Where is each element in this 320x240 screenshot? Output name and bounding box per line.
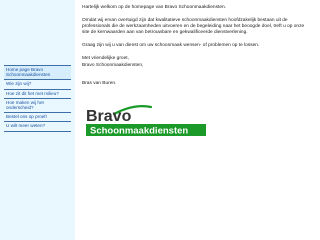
signature-name: Bras van Buren.	[82, 80, 117, 86]
bravo-logo-graphic: Bravo Schoonmaakdiensten	[86, 105, 206, 137]
nav-item-milieu[interactable]: Hoe zit dit het met milieu?	[4, 88, 71, 98]
nav-menu: Home page Bravo Schoonmaakdiensten Wie z…	[4, 65, 71, 132]
nav-item-onderscheid[interactable]: Hoe maken wij het onderscheid?	[4, 97, 71, 112]
intro-paragraph: Omdat wij ervan overtuigd zijn dat kwali…	[82, 18, 305, 36]
service-paragraph: Graag zijn wij u van dienst om uw schoon…	[82, 43, 260, 49]
bravo-logo: Bravo Schoonmaakdiensten	[84, 104, 209, 138]
logo-brand-text: Bravo	[86, 108, 132, 125]
welcome-text: Hartelijk welkom op de homepage van Brav…	[82, 5, 226, 10]
nav-item-bestel[interactable]: Bestel ons op proef!	[4, 112, 71, 121]
nav-item-wie-zijn-wij[interactable]: Wie zijn wij?	[4, 79, 71, 88]
company-line: Bravo Schoonmaakdiensten,	[82, 62, 144, 68]
left-panel: Home page Bravo Schoonmaakdiensten Wie z…	[0, 0, 75, 240]
nav-item-meer-weten[interactable]: U wilt meer weten?	[4, 121, 71, 132]
nav-item-home[interactable]: Home page Bravo Schoonmaakdiensten	[4, 65, 71, 80]
logo-sub-text: Schoonmaakdiensten	[90, 126, 188, 137]
main-content: Hartelijk welkom op de homepage van Brav…	[82, 5, 312, 87]
